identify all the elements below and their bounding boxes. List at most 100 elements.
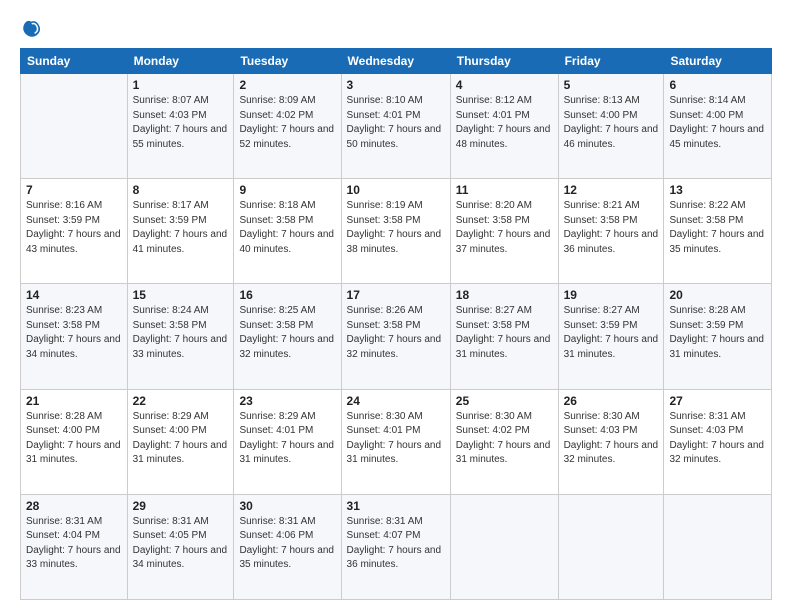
day-info: Sunrise: 8:26 AMSunset: 3:58 PMDaylight:… — [347, 304, 445, 362]
calendar-cell: 26 Sunrise: 8:30 AMSunset: 4:03 PMDayligh… — [558, 389, 664, 494]
day-number: 25 — [456, 394, 553, 408]
calendar-cell: 24Sunrise: 8:30 AMSunset: 4:01 PMDayligh… — [341, 389, 450, 494]
day-info: Sunrise: 8:30 AMSunset: 4:02 PMDaylight:… — [456, 410, 553, 468]
day-number: 10 — [347, 183, 445, 197]
day-info: Sunrise: 8:28 AMSunset: 3:59 PMDaylight:… — [669, 304, 766, 362]
header — [20, 18, 772, 40]
day-number: 8 — [133, 183, 229, 197]
day-number: 22 — [133, 394, 229, 408]
calendar-cell: 9 Sunrise: 8:18 AMSunset: 3:58 PMDaylight… — [234, 179, 341, 284]
day-info: Sunrise: 8:31 AMSunset: 4:06 PMDaylight:… — [239, 515, 335, 573]
day-info: Sunrise: 8:18 AMSunset: 3:58 PMDaylight:… — [239, 199, 335, 257]
day-info: Sunrise: 8:07 AMSunset: 4:03 PMDaylight:… — [133, 94, 229, 152]
day-info: Sunrise: 8:31 AMSunset: 4:03 PMDaylight:… — [669, 410, 766, 468]
day-number: 14 — [26, 288, 122, 302]
day-info: Sunrise: 8:29 AMSunset: 4:00 PMDaylight:… — [133, 410, 229, 468]
day-number: 7 — [26, 183, 122, 197]
day-number: 29 — [133, 499, 229, 513]
day-number: 15 — [133, 288, 229, 302]
calendar-cell: 10 Sunrise: 8:19 AMSunset: 3:58 PMDayligh… — [341, 179, 450, 284]
day-info: Sunrise: 8:29 AMSunset: 4:01 PMDaylight:… — [239, 410, 335, 468]
calendar-cell: 7 Sunrise: 8:16 AMSunset: 3:59 PMDaylight… — [21, 179, 128, 284]
weekday-header-row: SundayMondayTuesdayWednesdayThursdayFrid… — [21, 49, 772, 74]
day-number: 3 — [347, 78, 445, 92]
day-info: Sunrise: 8:31 AMSunset: 4:07 PMDaylight:… — [347, 515, 445, 573]
day-info: Sunrise: 8:13 AMSunset: 4:00 PMDaylight:… — [564, 94, 659, 152]
day-number: 2 — [239, 78, 335, 92]
calendar-cell: 19 Sunrise: 8:27 AMSunset: 3:59 PMDayligh… — [558, 284, 664, 389]
calendar-cell: 16Sunrise: 8:25 AMSunset: 3:58 PMDayligh… — [234, 284, 341, 389]
page: SundayMondayTuesdayWednesdayThursdayFrid… — [0, 0, 792, 612]
day-info: Sunrise: 8:09 AMSunset: 4:02 PMDaylight:… — [239, 94, 335, 152]
calendar-cell: 4 Sunrise: 8:12 AMSunset: 4:01 PMDaylight… — [450, 74, 558, 179]
day-number: 30 — [239, 499, 335, 513]
calendar-cell: 29 Sunrise: 8:31 AMSunset: 4:05 PMDayligh… — [127, 494, 234, 599]
day-info: Sunrise: 8:24 AMSunset: 3:58 PMDaylight:… — [133, 304, 229, 362]
calendar-cell: 5 Sunrise: 8:13 AMSunset: 4:00 PMDaylight… — [558, 74, 664, 179]
calendar-cell: 2 Sunrise: 8:09 AMSunset: 4:02 PMDaylight… — [234, 74, 341, 179]
day-info: Sunrise: 8:21 AMSunset: 3:58 PMDaylight:… — [564, 199, 659, 257]
weekday-header-wednesday: Wednesday — [341, 49, 450, 74]
calendar-week-row: 1 Sunrise: 8:07 AMSunset: 4:03 PMDaylight… — [21, 74, 772, 179]
day-number: 18 — [456, 288, 553, 302]
weekday-header-monday: Monday — [127, 49, 234, 74]
calendar-cell: 17Sunrise: 8:26 AMSunset: 3:58 PMDayligh… — [341, 284, 450, 389]
calendar-cell: 12 Sunrise: 8:21 AMSunset: 3:58 PMDayligh… — [558, 179, 664, 284]
calendar-cell: 23 Sunrise: 8:29 AMSunset: 4:01 PMDayligh… — [234, 389, 341, 494]
day-number: 19 — [564, 288, 659, 302]
day-info: Sunrise: 8:12 AMSunset: 4:01 PMDaylight:… — [456, 94, 553, 152]
weekday-header-sunday: Sunday — [21, 49, 128, 74]
calendar-cell: 28Sunrise: 8:31 AMSunset: 4:04 PMDayligh… — [21, 494, 128, 599]
day-info: Sunrise: 8:30 AMSunset: 4:03 PMDaylight:… — [564, 410, 659, 468]
day-info: Sunrise: 8:27 AMSunset: 3:59 PMDaylight:… — [564, 304, 659, 362]
calendar-cell — [450, 494, 558, 599]
calendar-cell: 31Sunrise: 8:31 AMSunset: 4:07 PMDayligh… — [341, 494, 450, 599]
calendar-cell: 30 Sunrise: 8:31 AMSunset: 4:06 PMDayligh… — [234, 494, 341, 599]
calendar-cell: 11 Sunrise: 8:20 AMSunset: 3:58 PMDayligh… — [450, 179, 558, 284]
day-info: Sunrise: 8:16 AMSunset: 3:59 PMDaylight:… — [26, 199, 122, 257]
day-info: Sunrise: 8:22 AMSunset: 3:58 PMDaylight:… — [669, 199, 766, 257]
weekday-header-saturday: Saturday — [664, 49, 772, 74]
logo — [20, 18, 46, 40]
day-info: Sunrise: 8:28 AMSunset: 4:00 PMDaylight:… — [26, 410, 122, 468]
day-number: 4 — [456, 78, 553, 92]
day-info: Sunrise: 8:17 AMSunset: 3:59 PMDaylight:… — [133, 199, 229, 257]
calendar-cell: 25 Sunrise: 8:30 AMSunset: 4:02 PMDayligh… — [450, 389, 558, 494]
calendar-cell: 22 Sunrise: 8:29 AMSunset: 4:00 PMDayligh… — [127, 389, 234, 494]
calendar-cell — [558, 494, 664, 599]
calendar-cell — [664, 494, 772, 599]
calendar-week-row: 14 Sunrise: 8:23 AMSunset: 3:58 PMDayligh… — [21, 284, 772, 389]
day-number: 26 — [564, 394, 659, 408]
day-info: Sunrise: 8:10 AMSunset: 4:01 PMDaylight:… — [347, 94, 445, 152]
calendar-cell: 8 Sunrise: 8:17 AMSunset: 3:59 PMDaylight… — [127, 179, 234, 284]
logo-icon — [20, 18, 42, 40]
day-info: Sunrise: 8:30 AMSunset: 4:01 PMDaylight:… — [347, 410, 445, 468]
day-info: Sunrise: 8:23 AMSunset: 3:58 PMDaylight:… — [26, 304, 122, 362]
day-number: 5 — [564, 78, 659, 92]
day-number: 9 — [239, 183, 335, 197]
day-info: Sunrise: 8:19 AMSunset: 3:58 PMDaylight:… — [347, 199, 445, 257]
calendar-cell: 21 Sunrise: 8:28 AMSunset: 4:00 PMDayligh… — [21, 389, 128, 494]
calendar-cell: 18 Sunrise: 8:27 AMSunset: 3:58 PMDayligh… — [450, 284, 558, 389]
calendar-cell: 1 Sunrise: 8:07 AMSunset: 4:03 PMDaylight… — [127, 74, 234, 179]
day-number: 11 — [456, 183, 553, 197]
day-number: 23 — [239, 394, 335, 408]
day-info: Sunrise: 8:31 AMSunset: 4:05 PMDaylight:… — [133, 515, 229, 573]
calendar-cell: 3 Sunrise: 8:10 AMSunset: 4:01 PMDaylight… — [341, 74, 450, 179]
day-number: 27 — [669, 394, 766, 408]
day-number: 12 — [564, 183, 659, 197]
day-number: 13 — [669, 183, 766, 197]
day-number: 20 — [669, 288, 766, 302]
calendar-cell: 27 Sunrise: 8:31 AMSunset: 4:03 PMDayligh… — [664, 389, 772, 494]
calendar-cell: 20 Sunrise: 8:28 AMSunset: 3:59 PMDayligh… — [664, 284, 772, 389]
day-number: 6 — [669, 78, 766, 92]
day-info: Sunrise: 8:14 AMSunset: 4:00 PMDaylight:… — [669, 94, 766, 152]
day-info: Sunrise: 8:20 AMSunset: 3:58 PMDaylight:… — [456, 199, 553, 257]
day-number: 21 — [26, 394, 122, 408]
day-info: Sunrise: 8:25 AMSunset: 3:58 PMDaylight:… — [239, 304, 335, 362]
day-info: Sunrise: 8:27 AMSunset: 3:58 PMDaylight:… — [456, 304, 553, 362]
weekday-header-friday: Friday — [558, 49, 664, 74]
day-number: 1 — [133, 78, 229, 92]
weekday-header-tuesday: Tuesday — [234, 49, 341, 74]
day-number: 28 — [26, 499, 122, 513]
